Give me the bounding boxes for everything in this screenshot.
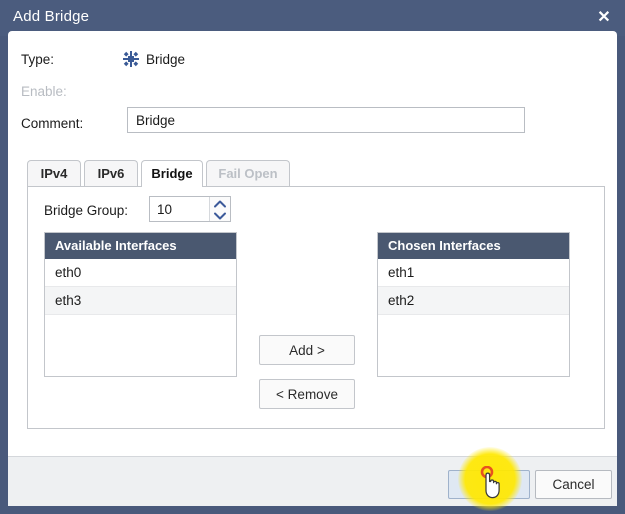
chevron-up-icon[interactable] [210, 197, 230, 209]
bridge-tab-panel: Bridge Group: 10 Available Interfaces et… [27, 186, 605, 429]
chosen-interfaces-header: Chosen Interfaces [378, 233, 569, 259]
comment-input[interactable] [127, 107, 525, 133]
dialog-title: Add Bridge [13, 8, 90, 25]
tab-fail-open: Fail Open [206, 160, 290, 186]
enable-label: Enable: [21, 84, 67, 99]
bridge-group-stepper[interactable] [149, 196, 231, 222]
list-item[interactable]: eth2 [378, 287, 569, 315]
list-item[interactable]: eth1 [378, 259, 569, 287]
list-item[interactable]: eth3 [45, 287, 236, 315]
tab-ipv6[interactable]: IPv6 [84, 160, 138, 186]
chevron-down-icon[interactable] [210, 209, 230, 221]
chosen-interfaces-list: Chosen Interfaces eth1 eth2 [377, 232, 570, 377]
available-interfaces-header: Available Interfaces [45, 233, 236, 259]
dialog-content: Type: Bridge Enable: Comment: Bridge IPv… [8, 31, 617, 456]
bridge-node-icon [121, 49, 141, 69]
ok-button[interactable] [448, 470, 530, 499]
add-bridge-dialog: Add Bridge ✕ Type: Bridge Enable: Commen… [0, 0, 625, 514]
remove-button[interactable]: < Remove [259, 379, 355, 409]
available-interfaces-list: Available Interfaces eth0 eth3 [44, 232, 237, 377]
bridge-group-input[interactable] [150, 197, 210, 221]
type-label: Type: [21, 52, 55, 67]
close-icon[interactable]: ✕ [593, 7, 615, 29]
tab-bridge[interactable]: Bridge [141, 160, 203, 187]
type-value: Bridge [146, 52, 186, 67]
comment-label: Comment: [21, 116, 84, 131]
cancel-button[interactable]: Cancel [535, 470, 612, 499]
dialog-footer: Cancel [8, 456, 617, 506]
add-button[interactable]: Add > [259, 335, 355, 365]
bridge-group-label: Bridge Group: [44, 203, 129, 218]
stepper-buttons [209, 197, 230, 221]
tabstrip: IPv4 IPv6 Bridge Fail Open [27, 160, 605, 187]
list-item[interactable]: eth0 [45, 259, 236, 287]
tab-ipv4[interactable]: IPv4 [27, 160, 81, 186]
